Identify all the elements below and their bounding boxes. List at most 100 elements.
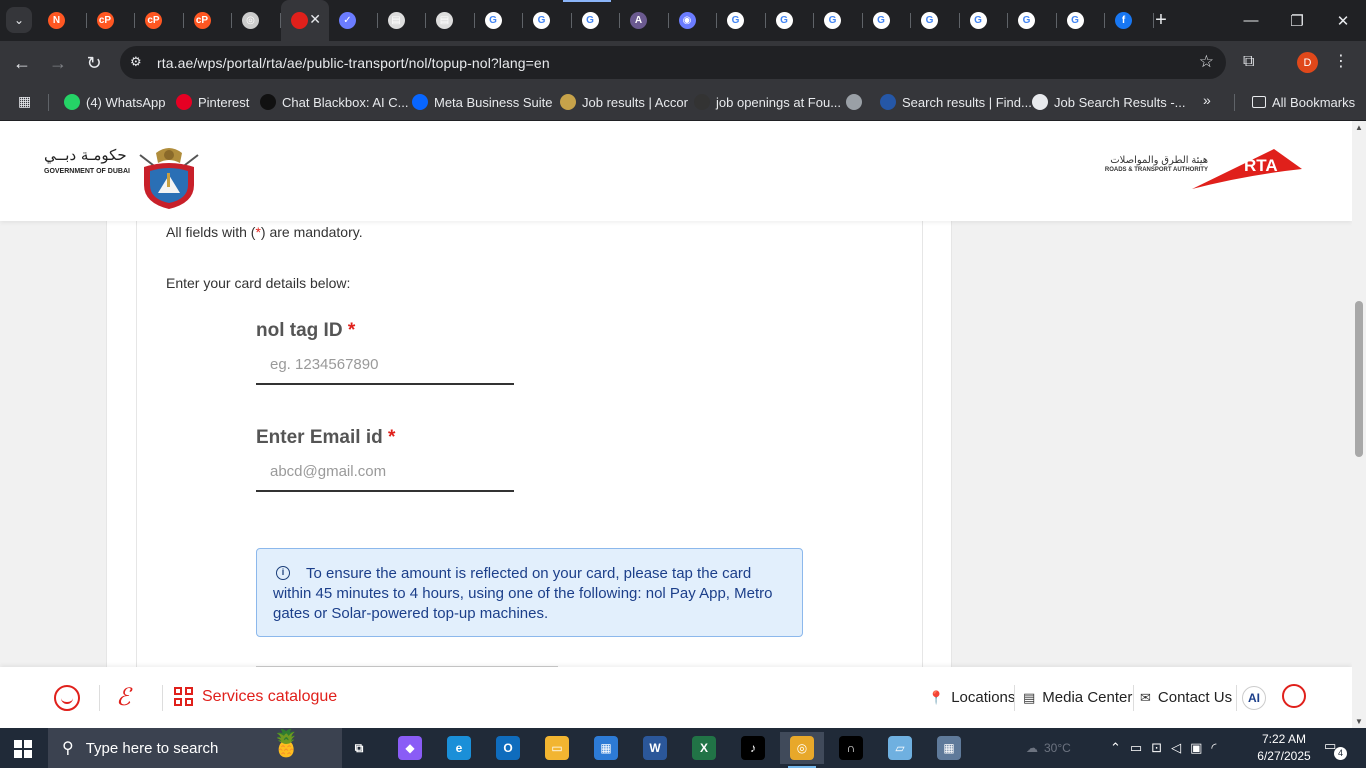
- volume-icon[interactable]: ◁: [1171, 740, 1190, 756]
- windows-start-icon[interactable]: [14, 740, 32, 758]
- scroll-up-arrow-icon[interactable]: ▲: [1355, 123, 1363, 132]
- forward-button[interactable]: →: [45, 50, 71, 76]
- menu-kebab-icon[interactable]: ⋮: [1333, 51, 1349, 71]
- bookmark-item[interactable]: Pinterest: [176, 92, 249, 112]
- profile-avatar[interactable]: D: [1297, 52, 1318, 73]
- store-icon[interactable]: ▦: [584, 732, 628, 764]
- browser-tab[interactable]: cP: [184, 0, 232, 41]
- scroll-down-arrow-icon[interactable]: ▼: [1355, 717, 1363, 726]
- bookmarks-overflow-icon[interactable]: »: [1203, 92, 1211, 108]
- bookmark-item[interactable]: Search results | Find...: [880, 92, 1032, 112]
- browser-tab[interactable]: ▤: [378, 0, 426, 41]
- bookmark-item[interactable]: Job results | Accor: [560, 92, 688, 112]
- browser-tab[interactable]: f: [1105, 0, 1154, 41]
- browser-tab[interactable]: G: [960, 0, 1008, 41]
- browser-tab[interactable]: ✓: [329, 0, 378, 41]
- excel-icon[interactable]: X: [682, 732, 726, 764]
- bookmark-item[interactable]: [846, 92, 868, 112]
- media-center-link[interactable]: ▤ Media Center: [1023, 689, 1132, 706]
- browser-tab[interactable]: G: [911, 0, 960, 41]
- scrollbar-thumb[interactable]: [1355, 301, 1363, 457]
- system-tray[interactable]: ⌃ ▭ ⊡ ◁ ▣ ◜: [1110, 728, 1225, 768]
- mandatory-note-suffix: ) are mandatory.: [260, 224, 363, 240]
- weather-widget[interactable]: ☁ 30°C: [1026, 728, 1071, 768]
- browser-tab[interactable]: G: [766, 0, 814, 41]
- browser-tab[interactable]: G: [814, 0, 863, 41]
- app-icon-glyph: ∩: [839, 736, 863, 760]
- file-explorer-icon[interactable]: ▭: [535, 732, 579, 764]
- tiktok-icon[interactable]: ♪: [731, 732, 775, 764]
- display-icon[interactable]: ▣: [1190, 740, 1211, 756]
- sign-language-icon[interactable]: ℰ: [116, 683, 131, 711]
- restore-button[interactable]: ❐: [1274, 0, 1320, 41]
- browser-tab[interactable]: cP: [87, 0, 135, 41]
- nol-tag-input[interactable]: [256, 345, 514, 385]
- word-icon[interactable]: W: [633, 732, 677, 764]
- extensions-icon[interactable]: ⧉: [1243, 53, 1263, 73]
- browser-tab[interactable]: A: [620, 0, 669, 41]
- notes-icon[interactable]: ▱: [878, 732, 922, 764]
- site-info-icon[interactable]: ⚙: [130, 54, 142, 70]
- url-text[interactable]: rta.ae/wps/portal/rta/ae/public-transpor…: [157, 55, 550, 71]
- browser-tab[interactable]: G: [475, 0, 523, 41]
- tab-search-button[interactable]: ⌄: [6, 7, 32, 33]
- calculator-icon[interactable]: ▦: [927, 732, 971, 764]
- browser-tab[interactable]: G: [1008, 0, 1057, 41]
- all-bookmarks-button[interactable]: All Bookmarks: [1252, 92, 1355, 112]
- app-icon[interactable]: ∩: [829, 732, 873, 764]
- required-mark: *: [347, 320, 356, 341]
- bookmark-item[interactable]: (4) WhatsApp: [64, 92, 165, 112]
- address-bar[interactable]: ⚙ rta.ae/wps/portal/rta/ae/public-transp…: [120, 46, 1226, 79]
- new-tab-button[interactable]: +: [1150, 9, 1172, 31]
- wifi-icon[interactable]: ◜: [1211, 740, 1225, 756]
- browser-tab[interactable]: G: [863, 0, 911, 41]
- web-page: حكومـة دبــي GOVERNMENT OF DUBAI هيئة ال…: [0, 121, 1352, 728]
- happiness-meter-icon[interactable]: [54, 685, 80, 711]
- apps-grid-icon[interactable]: ▦: [18, 93, 31, 110]
- services-grid-icon[interactable]: [174, 687, 194, 707]
- task-view-icon[interactable]: ⧉: [337, 732, 381, 764]
- bookmark-item[interactable]: job openings at Fou...: [694, 92, 841, 112]
- chrome-icon[interactable]: ◎: [780, 732, 824, 768]
- browser-tab[interactable]: G: [1057, 0, 1105, 41]
- bookmark-item[interactable]: Meta Business Suite: [412, 92, 553, 112]
- browser-tab[interactable]: ◉: [669, 0, 717, 41]
- contact-us-link[interactable]: ✉ Contact Us: [1140, 689, 1232, 706]
- bookmark-item[interactable]: Job Search Results -...: [1032, 92, 1186, 112]
- close-window-button[interactable]: ✕: [1320, 0, 1366, 41]
- browser-tab[interactable]: N: [38, 0, 87, 41]
- outlook-icon[interactable]: O: [486, 732, 530, 764]
- bookmark-item[interactable]: Chat Blackbox: AI C...: [260, 92, 408, 112]
- browser-tab[interactable]: ✕: [280, 0, 329, 41]
- back-button[interactable]: ←: [9, 50, 35, 76]
- footer-divider: [162, 685, 163, 711]
- battery-icon[interactable]: ▭: [1130, 740, 1151, 756]
- ai-assistant-button[interactable]: AI: [1242, 686, 1266, 710]
- bookmark-favicon-icon: [64, 94, 80, 110]
- notification-center-icon[interactable]: ▭ 4: [1324, 738, 1347, 760]
- government-of-dubai-logo[interactable]: حكومـة دبــي GOVERNMENT OF DUBAI: [44, 146, 139, 175]
- minimize-button[interactable]: —: [1228, 0, 1274, 41]
- close-tab-icon[interactable]: ✕: [309, 11, 321, 28]
- browser-tab[interactable]: G: [717, 0, 766, 41]
- browser-tab[interactable]: cP: [135, 0, 184, 41]
- browser-tab[interactable]: G: [523, 0, 572, 41]
- browser-tab[interactable]: ▤: [426, 0, 475, 41]
- copilot-icon[interactable]: ◆: [388, 732, 432, 764]
- taskbar-clock[interactable]: 7:22 AM 6/27/2025: [1252, 731, 1316, 765]
- bookmark-star-icon[interactable]: ☆: [1199, 52, 1214, 72]
- browser-tab[interactable]: G: [572, 0, 620, 41]
- browser-tab[interactable]: ◎: [232, 0, 281, 41]
- services-catalogue-link[interactable]: Services catalogue: [202, 688, 337, 706]
- chatbot-icon[interactable]: [1282, 684, 1306, 708]
- locations-link[interactable]: 📍 Locations: [928, 689, 1015, 706]
- edge-icon[interactable]: e: [437, 732, 481, 764]
- email-input[interactable]: [256, 452, 514, 492]
- page-scrollbar[interactable]: ▲ ▼: [1352, 121, 1366, 728]
- tray-chevron-icon[interactable]: ⌃: [1110, 740, 1130, 756]
- reload-button[interactable]: ↻: [81, 50, 107, 76]
- taskbar-search-box[interactable]: ⚲ Type here to search 🍍: [48, 728, 342, 768]
- rta-logo[interactable]: هيئة الطرق والمواصلات ROADS & TRANSPORT …: [1094, 147, 1304, 191]
- media-center-label: Media Center: [1042, 689, 1133, 706]
- meet-icon[interactable]: ⊡: [1151, 740, 1171, 756]
